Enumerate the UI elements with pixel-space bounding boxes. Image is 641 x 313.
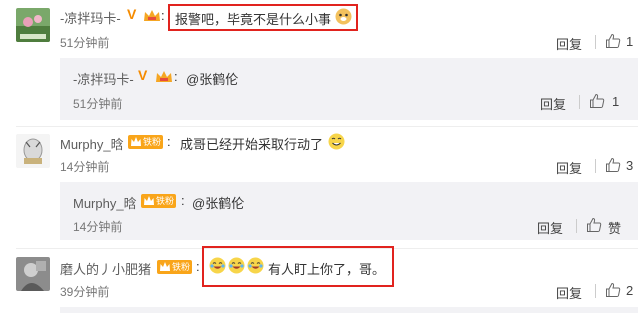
fan-badge-label: 铁粉 bbox=[143, 137, 162, 147]
like-count: 1 bbox=[612, 94, 620, 109]
comment-text: 报警吧，毕竟不是什么小事 bbox=[175, 12, 332, 27]
comment-time: 39分钟前 bbox=[60, 285, 110, 299]
comment-username[interactable]: 磨人的丿小肥猪 bbox=[60, 259, 151, 278]
thumb-up-icon[interactable] bbox=[605, 157, 621, 173]
divider bbox=[579, 95, 580, 109]
comment-text: 有人盯上你了，哥。 bbox=[268, 262, 386, 277]
divider bbox=[595, 284, 596, 298]
comment-time: 14分钟前 bbox=[60, 160, 110, 174]
thumb-up-icon[interactable] bbox=[586, 217, 602, 233]
like-count: 2 bbox=[626, 283, 634, 298]
avatar-commenter-2[interactable] bbox=[16, 134, 50, 168]
thumb-up-icon[interactable] bbox=[605, 282, 621, 298]
reply-text[interactable]: @张鹤伦 bbox=[192, 193, 244, 212]
fan-badge-label: 铁粉 bbox=[156, 196, 175, 206]
reply-text[interactable]: @张鹤伦 bbox=[186, 69, 238, 88]
divider bbox=[16, 126, 638, 127]
comment-text: 成哥已经开始采取行动了 bbox=[180, 137, 324, 152]
reply-button[interactable]: 回复 bbox=[540, 94, 566, 113]
reply-button[interactable]: 回复 bbox=[556, 34, 582, 53]
avatar-commenter-3[interactable] bbox=[16, 257, 50, 291]
fan-badge: 铁粉 bbox=[128, 135, 164, 149]
like-count: 3 bbox=[626, 158, 634, 173]
thumb-up-icon[interactable] bbox=[589, 93, 605, 109]
divider bbox=[576, 219, 577, 233]
like-count: 1 bbox=[626, 34, 634, 49]
divider bbox=[595, 35, 596, 49]
comment-username[interactable]: Murphy_晗 bbox=[60, 134, 124, 153]
thumb-up-icon[interactable] bbox=[605, 33, 621, 49]
comment-time: 51分钟前 bbox=[60, 36, 110, 50]
reply-button[interactable]: 回复 bbox=[556, 283, 582, 302]
reply-time: 14分钟前 bbox=[73, 220, 123, 234]
divider bbox=[595, 159, 596, 173]
grin-emoji-icon bbox=[328, 133, 345, 150]
reply-time: 51分钟前 bbox=[73, 97, 123, 111]
laugh-cry-emoji-icon bbox=[247, 257, 264, 274]
reply-box bbox=[60, 307, 638, 313]
laugh-cry-emoji-icon bbox=[209, 257, 226, 274]
verified-v-badge: V bbox=[127, 6, 137, 22]
crown-icon bbox=[155, 70, 173, 84]
laugh-cry-emoji-icon bbox=[228, 257, 245, 274]
avatar-commenter-1[interactable] bbox=[16, 8, 50, 42]
reply-button[interactable]: 回复 bbox=[537, 218, 563, 237]
fan-badge: 铁粉 bbox=[157, 260, 193, 274]
reply-button[interactable]: 回复 bbox=[556, 158, 582, 177]
comment-username[interactable]: -凉拌玛卡- bbox=[60, 8, 121, 27]
fan-badge: 铁粉 bbox=[141, 194, 177, 208]
reply-username[interactable]: Murphy_晗 bbox=[73, 193, 137, 212]
verified-v-badge: V bbox=[138, 67, 148, 83]
reply-username[interactable]: -凉拌玛卡- bbox=[73, 69, 134, 88]
crown-icon bbox=[143, 9, 161, 23]
doge-emoji-icon bbox=[335, 8, 352, 25]
fan-badge-label: 铁粉 bbox=[172, 262, 191, 272]
like-button-label[interactable]: 赞 bbox=[608, 218, 621, 237]
